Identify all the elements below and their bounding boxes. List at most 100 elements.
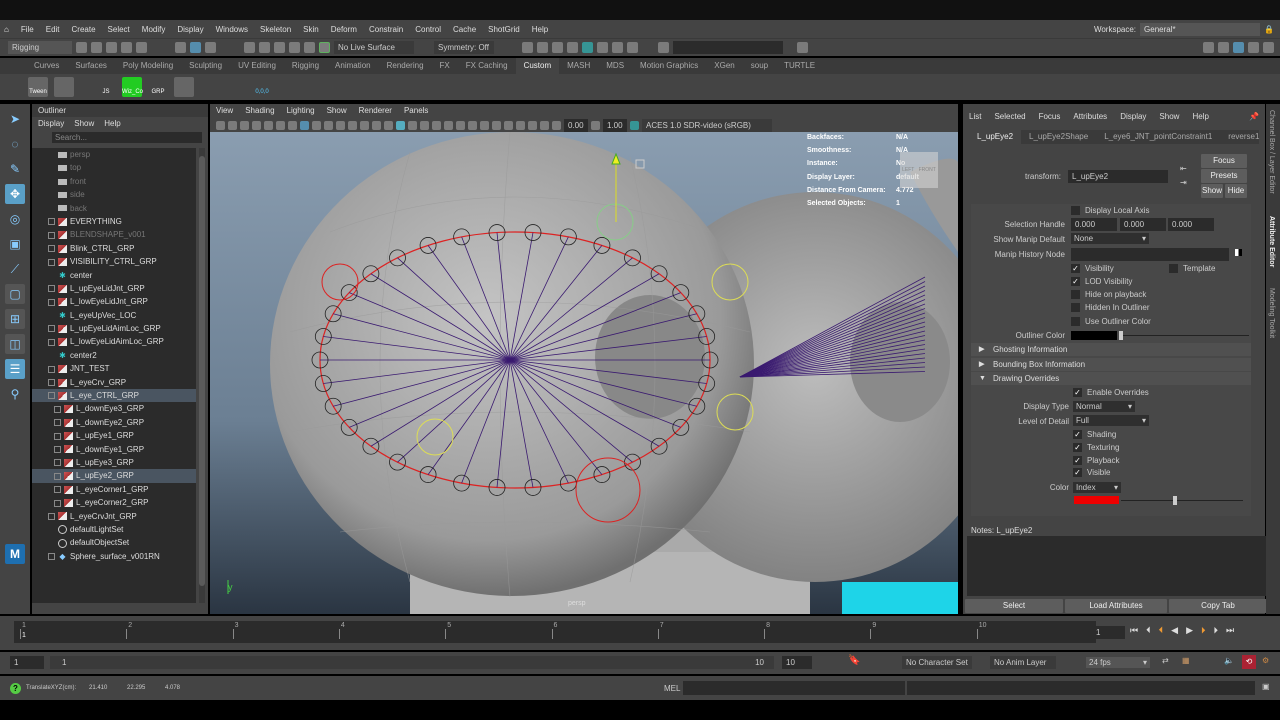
- view-cube[interactable]: LEFT FRONT: [900, 152, 938, 188]
- render-icon[interactable]: [537, 42, 548, 53]
- bounding-box-section[interactable]: ▶ Bounding Box Information: [971, 358, 1251, 371]
- presets-button[interactable]: Presets: [1201, 169, 1247, 183]
- display-type-dropdown[interactable]: Normal: [1073, 401, 1135, 412]
- outliner-item[interactable]: L_upEye2_GRP: [32, 469, 196, 483]
- save-scene-icon[interactable]: [106, 42, 117, 53]
- four-view-icon[interactable]: ⊞: [5, 309, 25, 329]
- expand-toggle-icon[interactable]: [48, 231, 55, 239]
- hypershade-icon[interactable]: [582, 42, 593, 53]
- play-forward-icon[interactable]: ▶: [1186, 625, 1193, 636]
- help-icon[interactable]: ?: [10, 683, 21, 694]
- last-tool-icon[interactable]: ⟋: [5, 259, 25, 279]
- ae-menu-attributes[interactable]: Attributes: [1073, 104, 1107, 126]
- outliner-color-slider[interactable]: [1119, 331, 1249, 340]
- field-chart-icon[interactable]: [348, 120, 357, 130]
- tab-motion-graphics[interactable]: Motion Graphics: [632, 58, 706, 74]
- override-color-slider[interactable]: [1121, 496, 1243, 505]
- range-bar[interactable]: 1 10: [50, 656, 774, 669]
- lasso-tool-icon[interactable]: ◌: [5, 134, 25, 154]
- auto-key-icon[interactable]: 🔖: [848, 655, 860, 666]
- 2d-pan-zoom-icon[interactable]: [276, 120, 285, 130]
- channel-box-icon[interactable]: [1263, 42, 1274, 53]
- ae-menu-display[interactable]: Display: [1120, 104, 1146, 126]
- menu-display[interactable]: Display: [177, 25, 203, 34]
- go-to-end-icon[interactable]: ⏭: [1226, 625, 1234, 636]
- zero-transform-button[interactable]: 0,0,0: [252, 77, 272, 97]
- outliner-item[interactable]: L_eyeCrvJnt_GRP: [32, 510, 196, 523]
- ae-menu-selected[interactable]: Selected: [994, 104, 1025, 126]
- modeling-toolkit-icon[interactable]: [1203, 42, 1214, 53]
- menu-edit[interactable]: Edit: [46, 25, 60, 34]
- manip-history-input[interactable]: [1071, 248, 1229, 261]
- command-input[interactable]: [683, 681, 905, 695]
- menu-help[interactable]: Help: [532, 25, 548, 34]
- tab-poly-modeling[interactable]: Poly Modeling: [115, 58, 181, 74]
- tab-channel-box[interactable]: Channel Box / Layer Editor: [1268, 110, 1275, 194]
- exposure-icon[interactable]: [552, 120, 561, 130]
- shading-checkbox[interactable]: ✓ Shading: [1073, 430, 1116, 439]
- expand-toggle-icon[interactable]: [48, 512, 55, 520]
- outliner-item[interactable]: front: [32, 175, 196, 188]
- gamma-icon[interactable]: [591, 120, 600, 130]
- enable-overrides-checkbox[interactable]: ✓ Enable Overrides: [1073, 388, 1149, 397]
- tab-sculpting[interactable]: Sculpting: [181, 58, 230, 74]
- expand-toggle-icon[interactable]: [54, 405, 61, 413]
- locator-button[interactable]: [226, 77, 246, 97]
- character-set-dropdown[interactable]: No Character Set: [902, 656, 972, 669]
- script-language-label[interactable]: MEL: [664, 684, 680, 693]
- isolate-select-icon[interactable]: [504, 120, 513, 130]
- smooth-shade-icon[interactable]: [396, 120, 405, 130]
- expand-toggle-icon[interactable]: [48, 258, 55, 266]
- expand-toggle-icon[interactable]: [48, 392, 55, 400]
- sound-icon[interactable]: 🔈: [1224, 656, 1234, 665]
- menu-cache[interactable]: Cache: [453, 25, 476, 34]
- script-editor-icon[interactable]: ▣: [1262, 682, 1270, 691]
- expand-toggle-icon[interactable]: [48, 379, 55, 387]
- outliner-item[interactable]: back: [32, 202, 196, 215]
- outliner-scrollbar[interactable]: [199, 148, 205, 603]
- grease-pencil-icon[interactable]: [264, 120, 273, 130]
- ae-tab-reverse1[interactable]: reverse1: [1220, 130, 1267, 144]
- expand-toggle-icon[interactable]: [54, 486, 61, 494]
- snap-grid-icon[interactable]: [244, 42, 255, 53]
- play-backward-icon[interactable]: ◀: [1171, 625, 1178, 636]
- expand-toggle-icon[interactable]: [54, 419, 61, 427]
- outliner-item[interactable]: side: [32, 188, 196, 201]
- menu-control[interactable]: Control: [415, 25, 441, 34]
- step-back-icon[interactable]: ⏴: [1146, 625, 1151, 636]
- outliner-item[interactable]: L_eyeCorner1_GRP: [32, 483, 196, 496]
- shadows-icon[interactable]: [456, 120, 465, 130]
- quick-input-field[interactable]: [673, 41, 783, 54]
- tab-custom[interactable]: Custom: [515, 58, 560, 74]
- anim-prefs-icon[interactable]: ⚙: [1262, 656, 1269, 665]
- focus-button[interactable]: Focus: [1201, 154, 1247, 168]
- expand-toggle-icon[interactable]: [48, 245, 55, 253]
- xray-icon[interactable]: [516, 120, 525, 130]
- loop-icon[interactable]: ⇄: [1162, 656, 1169, 665]
- outliner-item[interactable]: L_downEye2_GRP: [32, 416, 196, 429]
- menu-modify[interactable]: Modify: [142, 25, 166, 34]
- workspace-dropdown[interactable]: General*: [1140, 22, 1261, 36]
- outliner-item[interactable]: L_eyeCrv_GRP: [32, 376, 196, 389]
- expand-toggle-icon[interactable]: [48, 365, 55, 373]
- tab-animation[interactable]: Animation: [327, 58, 379, 74]
- map-button-icon[interactable]: [1235, 249, 1242, 256]
- character-controls-icon[interactable]: [1218, 42, 1229, 53]
- end-time-field[interactable]: 10: [782, 656, 812, 669]
- render-setup-icon[interactable]: [597, 42, 608, 53]
- viewport-menu-lighting[interactable]: Lighting: [287, 104, 315, 118]
- tween-button[interactable]: Tween: [28, 77, 48, 97]
- selection-handle-y[interactable]: 0.000: [1120, 218, 1166, 231]
- outliner-item[interactable]: L_downEye3_GRP: [32, 402, 196, 415]
- tab-mds[interactable]: MDS: [598, 58, 632, 74]
- tab-surfaces[interactable]: Surfaces: [67, 58, 115, 74]
- outliner-item[interactable]: JNT_TEST: [32, 362, 196, 375]
- menu-constrain[interactable]: Constrain: [369, 25, 403, 34]
- render-view-icon[interactable]: [567, 42, 578, 53]
- outliner-menu-show[interactable]: Show: [74, 117, 94, 130]
- expand-toggle-icon[interactable]: [54, 472, 61, 480]
- ae-tab-pointconstraint[interactable]: L_eye6_JNT_pointConstraint1: [1096, 130, 1220, 144]
- menu-set-dropdown[interactable]: Rigging: [8, 41, 72, 54]
- show-button[interactable]: Show: [1201, 184, 1223, 198]
- outliner-item[interactable]: ✱ L_eyeUpVec_LOC: [32, 309, 196, 322]
